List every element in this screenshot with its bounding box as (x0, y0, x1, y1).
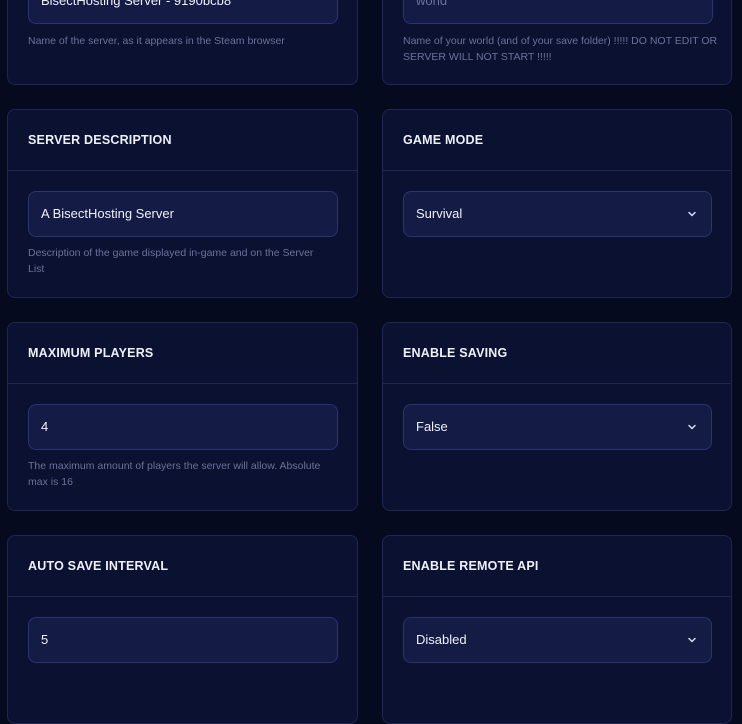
game-mode-title: GAME MODE (403, 133, 484, 147)
enable-remote-api-title: ENABLE REMOTE API (403, 559, 539, 573)
chevron-down-icon (687, 209, 697, 219)
server-description-input[interactable]: A BisectHosting Server (28, 191, 338, 237)
server-name-input[interactable]: BisectHosting Server - 9190bcb8 (28, 0, 338, 24)
maximum-players-input[interactable]: 4 (28, 404, 338, 450)
maximum-players-help: The maximum amount of players the server… (28, 460, 321, 488)
enable-remote-api-select[interactable]: Disabled (403, 617, 712, 663)
card-header: ENABLE SAVING (383, 323, 731, 384)
card-header: GAME MODE (383, 110, 731, 171)
game-mode-select[interactable]: Survival (403, 191, 712, 237)
chevron-down-icon (687, 635, 697, 645)
card-header: ENABLE REMOTE API (383, 536, 731, 597)
card-auto-save-interval: AUTO SAVE INTERVAL 5 (7, 535, 358, 724)
enable-saving-selected-value: False (416, 419, 448, 434)
world-name-help: Name of your world (and of your save fol… (403, 35, 718, 63)
card-maximum-players: MAXIMUM PLAYERS 4 The maximum amount of … (7, 322, 358, 511)
server-description-title: SERVER DESCRIPTION (28, 133, 172, 147)
server-name-help: Name of the server, as it appears in the… (28, 35, 285, 47)
card-header: MAXIMUM PLAYERS (8, 323, 357, 384)
maximum-players-title: MAXIMUM PLAYERS (28, 346, 154, 360)
chevron-down-icon (687, 422, 697, 432)
enable-saving-select[interactable]: False (403, 404, 712, 450)
world-name-input[interactable]: world (403, 0, 713, 24)
enable-saving-title: ENABLE SAVING (403, 346, 508, 360)
auto-save-interval-title: AUTO SAVE INTERVAL (28, 559, 169, 573)
server-description-help: Description of the game displayed in-gam… (28, 247, 314, 275)
card-game-mode: GAME MODE Survival (382, 109, 732, 298)
card-server-description: SERVER DESCRIPTION A BisectHosting Serve… (7, 109, 358, 298)
card-world-name: world Name of your world (and of your sa… (382, 0, 732, 85)
card-header: AUTO SAVE INTERVAL (8, 536, 357, 597)
game-mode-selected-value: Survival (416, 206, 463, 221)
card-header: SERVER DESCRIPTION (8, 110, 357, 171)
card-enable-remote-api: ENABLE REMOTE API Disabled (382, 535, 732, 724)
enable-remote-api-selected-value: Disabled (416, 632, 467, 647)
auto-save-interval-input[interactable]: 5 (28, 617, 338, 663)
card-server-name: BisectHosting Server - 9190bcb8 Name of … (7, 0, 358, 85)
card-enable-saving: ENABLE SAVING False (382, 322, 732, 511)
